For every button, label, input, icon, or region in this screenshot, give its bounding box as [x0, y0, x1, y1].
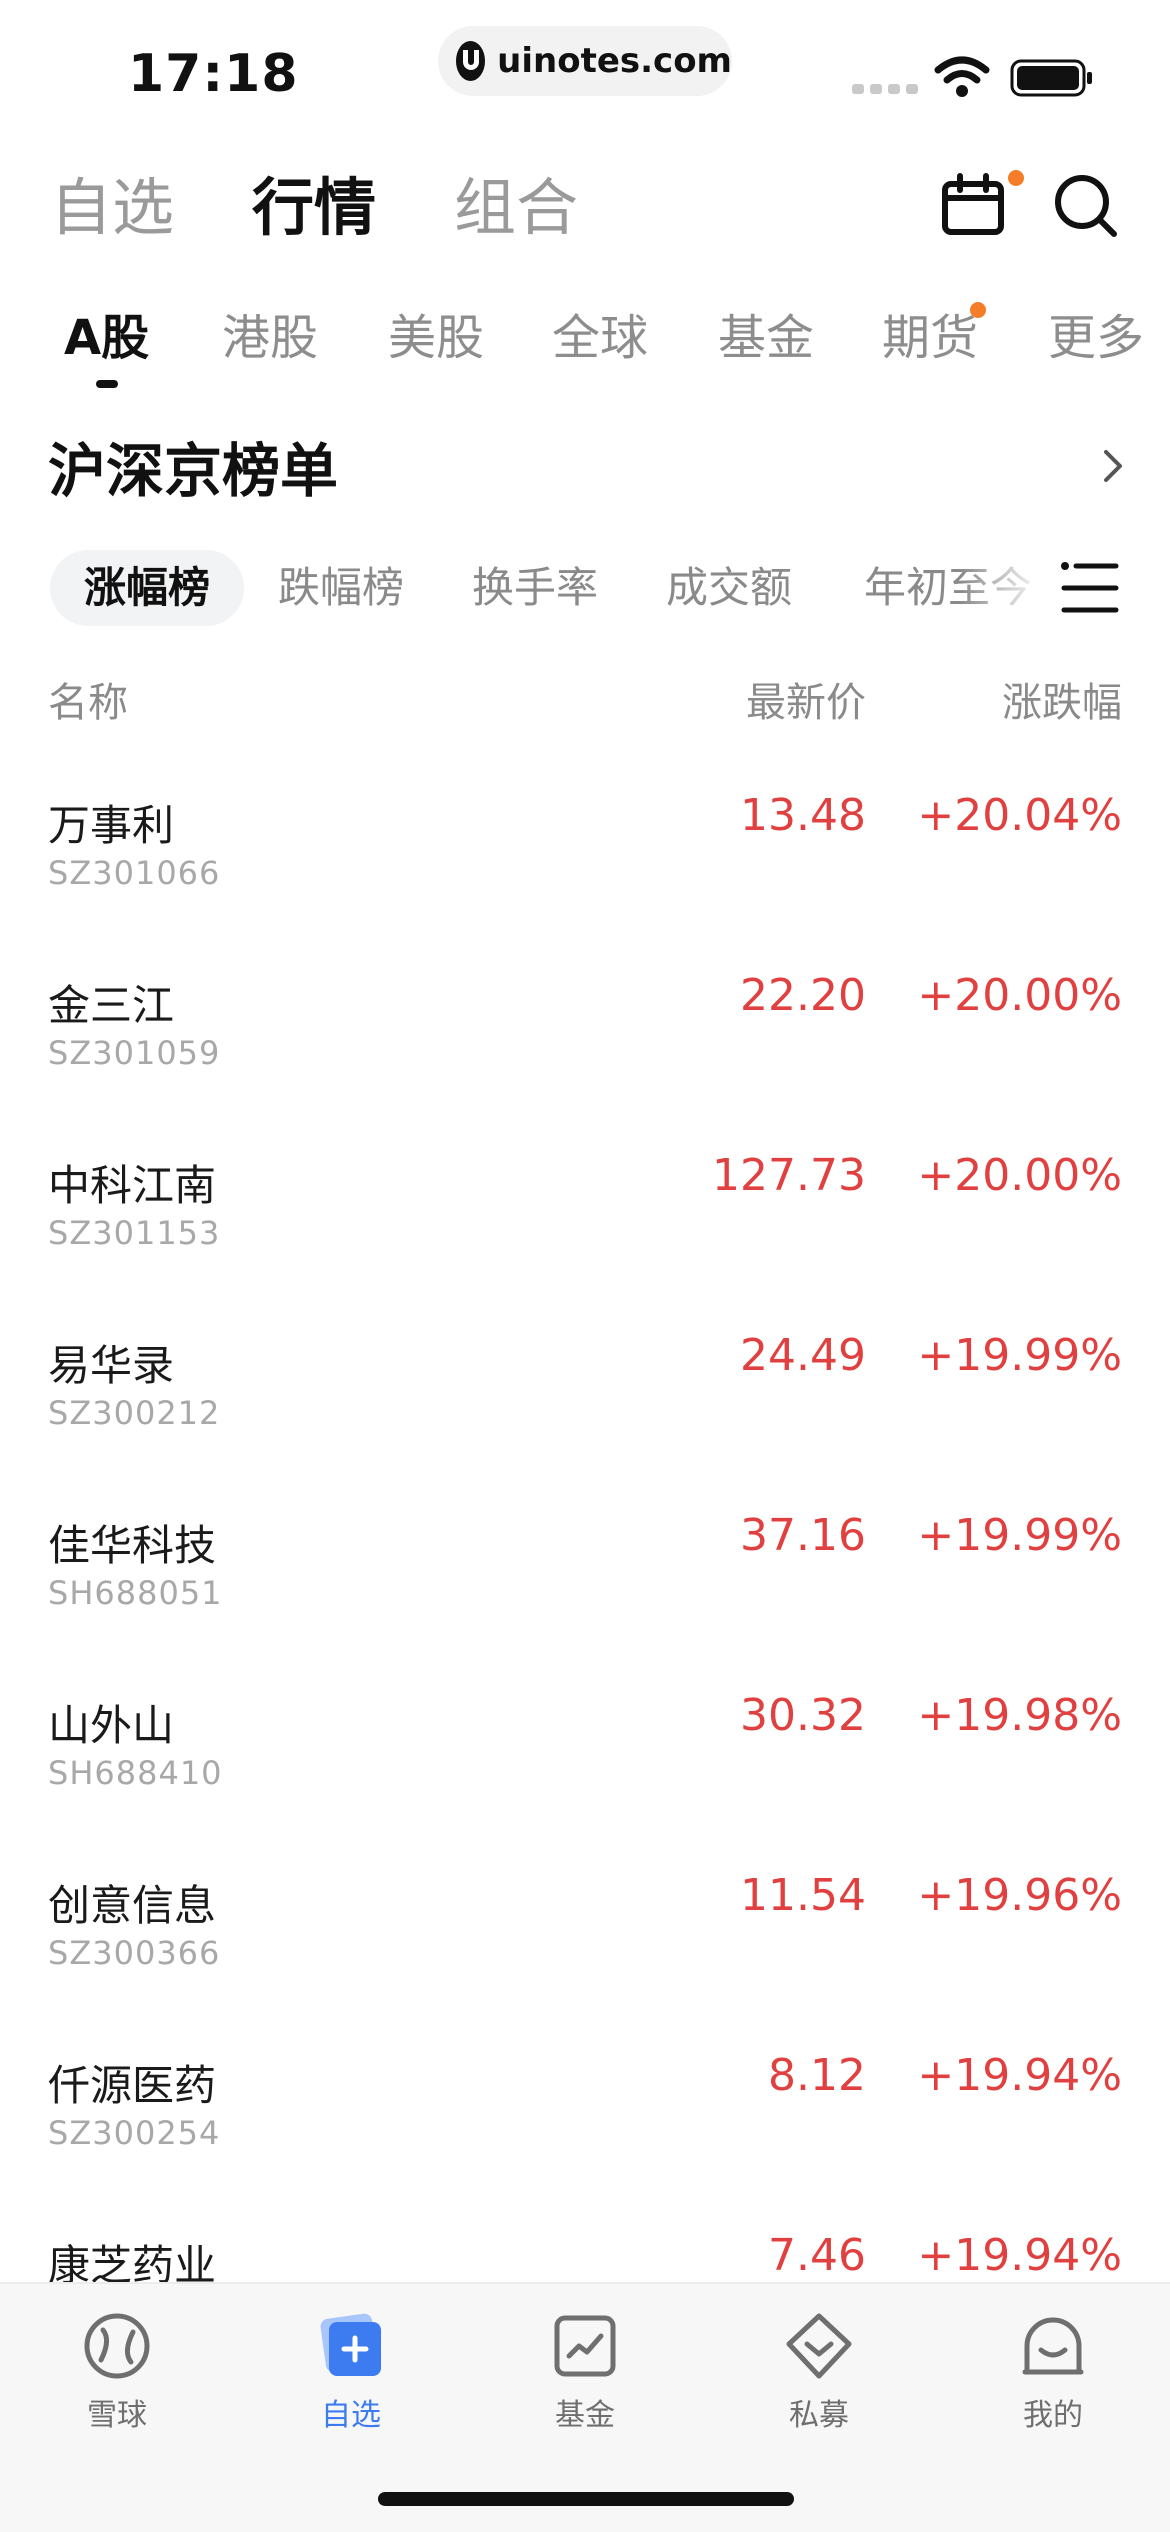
- stock-code: SZ300212: [48, 1394, 221, 1432]
- tab-watchlist[interactable]: 自选: [50, 168, 174, 248]
- tabbar-label: 我的: [1023, 2398, 1083, 2433]
- market-tab-global[interactable]: 全球: [552, 302, 648, 374]
- stock-name: 佳华科技: [48, 1521, 217, 1570]
- rank-tab-losers[interactable]: 跌幅榜: [278, 550, 404, 626]
- stock-name: 易华录: [48, 1341, 175, 1390]
- stock-price: 7.46: [768, 2230, 866, 2281]
- url-text: uinotes.com: [497, 41, 732, 81]
- tabbar-label: 雪球: [87, 2398, 147, 2433]
- stock-row[interactable]: 中科江南 SZ301153 127.73 +20.00%: [0, 1142, 1170, 1322]
- stock-change: +19.99%: [917, 1330, 1122, 1381]
- market-tab-us[interactable]: 美股: [388, 302, 484, 374]
- stock-change: +19.94%: [917, 2230, 1122, 2281]
- tabbar-label: 基金: [555, 2398, 615, 2433]
- stock-change: +20.04%: [917, 790, 1122, 841]
- stock-code: SZ300254: [48, 2114, 221, 2152]
- stock-name: 创意信息: [48, 1881, 217, 1930]
- market-tabs: A股 港股 美股 全球 基金 期货 更多: [0, 302, 1170, 382]
- rank-tab-volume[interactable]: 成交额: [666, 550, 792, 626]
- active-tab-indicator: [96, 380, 118, 388]
- snowball-icon: [84, 2313, 150, 2379]
- stock-code: SZ301153: [48, 1214, 221, 1252]
- search-icon[interactable]: [1052, 172, 1120, 240]
- stock-name: 仟源医药: [48, 2061, 217, 2110]
- stock-price: 24.49: [740, 1330, 866, 1381]
- market-tab-hk[interactable]: 港股: [222, 302, 318, 374]
- stock-change: +20.00%: [917, 970, 1122, 1021]
- watchlist-icon: [320, 2313, 381, 2376]
- notification-dot: [1008, 170, 1024, 186]
- stock-change: +19.96%: [917, 1870, 1122, 1921]
- stock-code: SZ301059: [48, 1034, 221, 1072]
- menu-list-icon[interactable]: [1060, 558, 1120, 618]
- stock-price: 37.16: [740, 1510, 866, 1561]
- stock-row[interactable]: 易华录 SZ300212 24.49 +19.99%: [0, 1322, 1170, 1502]
- tab-market[interactable]: 行情: [252, 168, 376, 248]
- stock-name: 山外山: [48, 1701, 175, 1750]
- column-header-name: 名称: [48, 680, 128, 726]
- rank-tab-turnover-rate[interactable]: 换手率: [472, 550, 598, 626]
- stock-row[interactable]: 金三江 SZ301059 22.20 +20.00%: [0, 962, 1170, 1142]
- status-time: 17:18: [128, 44, 299, 104]
- futures-notification-dot: [970, 302, 986, 318]
- stock-price: 11.54: [740, 1870, 866, 1921]
- column-header-change[interactable]: 涨跌幅: [1002, 670, 1122, 728]
- stock-name: 中科江南: [48, 1161, 217, 1210]
- stock-change: +19.99%: [917, 1510, 1122, 1561]
- top-nav-tabs: 自选 行情 组合: [50, 168, 578, 248]
- market-tab-more[interactable]: 更多: [1048, 302, 1144, 374]
- tabbar-item-funds[interactable]: 基金: [510, 2310, 660, 2434]
- tabbar-label: 私募: [789, 2398, 849, 2433]
- stock-price: 30.32: [740, 1690, 866, 1741]
- status-bar: 17:18 uinotes.com: [0, 0, 1170, 140]
- stock-row[interactable]: 万事利 SZ301066 13.48 +20.04%: [0, 782, 1170, 962]
- rank-tab-gainers[interactable]: 涨幅榜: [50, 550, 245, 626]
- stock-code: SZ301066: [48, 854, 221, 892]
- tabbar-item-me[interactable]: 我的: [978, 2310, 1128, 2434]
- profile-icon: [1022, 2317, 1084, 2375]
- stock-code: SZ300366: [48, 1934, 221, 1972]
- column-header-price[interactable]: 最新价: [746, 670, 866, 728]
- chevron-right-icon[interactable]: [1100, 446, 1128, 486]
- fund-chart-icon: [554, 2315, 616, 2377]
- url-pill[interactable]: uinotes.com: [438, 26, 732, 96]
- cellular-signal-icon: [852, 84, 918, 94]
- tabbar-label: 自选: [321, 2398, 381, 2433]
- market-tab-funds[interactable]: 基金: [718, 302, 814, 374]
- home-indicator: [378, 2492, 794, 2506]
- stock-price: 13.48: [740, 790, 866, 841]
- section-title[interactable]: 沪深京榜单: [48, 424, 338, 508]
- wifi-icon: [934, 56, 990, 97]
- diamond-icon: [786, 2313, 852, 2379]
- market-tab-futures[interactable]: 期货: [882, 302, 978, 374]
- stock-name: 万事利: [48, 801, 175, 850]
- stock-change: +19.94%: [917, 2050, 1122, 2101]
- stock-price: 127.73: [712, 1150, 866, 1201]
- stock-code: SH688051: [48, 1574, 223, 1612]
- calendar-icon[interactable]: [940, 172, 1006, 238]
- stock-code: SH688410: [48, 1754, 223, 1792]
- stock-row[interactable]: 佳华科技 SH688051 37.16 +19.99%: [0, 1502, 1170, 1682]
- stock-name: 金三江: [48, 981, 175, 1030]
- stock-change: +20.00%: [917, 1150, 1122, 1201]
- stock-row[interactable]: 山外山 SH688410 30.32 +19.98%: [0, 1682, 1170, 1862]
- stock-row[interactable]: 创意信息 SZ300366 11.54 +19.96%: [0, 1862, 1170, 2042]
- tab-portfolio[interactable]: 组合: [454, 168, 578, 248]
- stock-row[interactable]: 仟源医药 SZ300254 8.12 +19.94%: [0, 2042, 1170, 2222]
- tabbar-item-snowball[interactable]: 雪球: [42, 2310, 192, 2434]
- stock-price: 22.20: [740, 970, 866, 1021]
- market-tab-a-shares[interactable]: A股: [64, 302, 149, 374]
- battery-icon: [1010, 59, 1092, 97]
- site-logo-icon: [456, 41, 486, 81]
- tabbar-item-private-fund[interactable]: 私募: [744, 2310, 894, 2434]
- stock-price: 8.12: [768, 2050, 866, 2101]
- stock-change: +19.98%: [917, 1690, 1122, 1741]
- tabs-fade-overlay: [960, 540, 1060, 636]
- tabbar-item-watchlist[interactable]: 自选: [276, 2310, 426, 2434]
